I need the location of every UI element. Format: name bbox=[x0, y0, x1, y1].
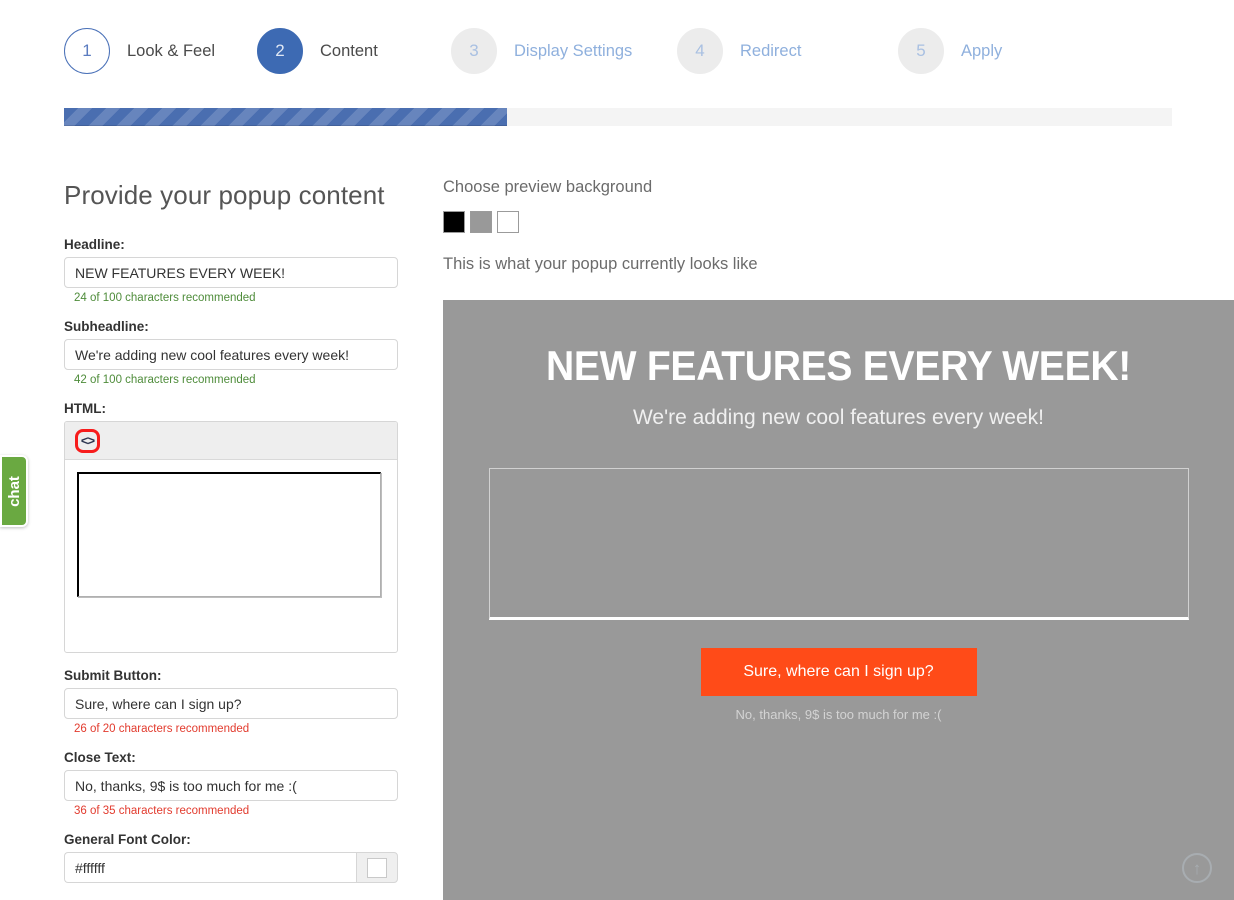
close-text-label: Close Text: bbox=[64, 750, 136, 765]
step-display-settings[interactable]: 3 Display Settings bbox=[451, 28, 677, 74]
preview-controls: Choose preview background This is what y… bbox=[443, 178, 1234, 290]
background-swatch-black[interactable] bbox=[443, 211, 465, 233]
step-label-4: Redirect bbox=[740, 41, 802, 60]
step-number-4: 4 bbox=[677, 28, 723, 74]
popup-headline: NEW FEATURES EVERY WEEK! bbox=[545, 342, 1132, 389]
wizard-stepper: 1 Look & Feel 2 Content 3 Display Settin… bbox=[64, 20, 1174, 82]
submit-button-label: Submit Button: bbox=[64, 668, 162, 683]
subheadline-label: Subheadline: bbox=[64, 319, 149, 334]
background-swatch-group bbox=[443, 211, 1234, 233]
wizard-progress-bar bbox=[64, 108, 1172, 126]
general-font-color-input[interactable] bbox=[64, 852, 356, 883]
headline-label: Headline: bbox=[64, 237, 125, 252]
submit-button-input[interactable] bbox=[64, 688, 398, 719]
popup-content-form: Provide your popup content Headline: 24 … bbox=[64, 180, 398, 883]
choose-background-label: Choose preview background bbox=[443, 178, 653, 196]
wizard-progress-fill bbox=[64, 108, 508, 126]
code-view-button[interactable]: <> bbox=[75, 428, 100, 453]
html-editor-body bbox=[65, 460, 397, 609]
preview-caption: This is what your popup currently looks … bbox=[443, 255, 758, 273]
headline-hint: 24 of 100 characters recommended bbox=[74, 292, 256, 304]
page-title: Provide your popup content bbox=[64, 180, 385, 210]
general-font-color-row bbox=[64, 852, 398, 883]
step-label-5: Apply bbox=[961, 41, 1003, 60]
subheadline-input[interactable] bbox=[64, 339, 398, 370]
step-number-1: 1 bbox=[64, 28, 110, 74]
color-picker-button[interactable] bbox=[356, 852, 398, 883]
chat-widget-tab[interactable]: chat bbox=[0, 455, 28, 527]
html-editor: <> bbox=[64, 421, 398, 653]
close-text-hint: 36 of 35 characters recommended bbox=[74, 805, 250, 817]
headline-input[interactable] bbox=[64, 257, 398, 288]
popup-html-area[interactable] bbox=[488, 468, 1189, 620]
background-swatch-gray[interactable] bbox=[470, 211, 492, 233]
color-swatch bbox=[367, 857, 387, 878]
html-editor-toolbar: <> bbox=[65, 422, 397, 460]
step-number-2: 2 bbox=[257, 28, 303, 74]
html-label: HTML: bbox=[64, 401, 106, 416]
popup-preview-stage: NEW FEATURES EVERY WEEK! We're adding ne… bbox=[443, 300, 1234, 900]
background-swatch-white[interactable] bbox=[497, 211, 519, 233]
subheadline-hint: 42 of 100 characters recommended bbox=[74, 374, 256, 386]
popup-close-text[interactable]: No, thanks, 9$ is too much for me :( bbox=[443, 707, 1234, 722]
general-font-color-label: General Font Color: bbox=[64, 832, 191, 847]
step-number-5: 5 bbox=[898, 28, 944, 74]
step-redirect[interactable]: 4 Redirect bbox=[677, 28, 898, 74]
step-label-1: Look & Feel bbox=[127, 41, 216, 60]
chat-widget-label: chat bbox=[5, 475, 23, 507]
code-icon: <> bbox=[80, 433, 95, 448]
arrow-up-icon[interactable]: ↑ bbox=[1182, 853, 1212, 883]
step-apply[interactable]: 5 Apply bbox=[898, 28, 1002, 74]
popup-submit-button[interactable]: Sure, where can I sign up? bbox=[700, 648, 977, 696]
html-editor-textarea[interactable] bbox=[77, 472, 381, 597]
popup-subheadline: We're adding new cool features every wee… bbox=[632, 406, 1044, 429]
step-label-2: Content bbox=[320, 41, 378, 60]
step-look-and-feel[interactable]: 1 Look & Feel bbox=[64, 28, 257, 74]
step-number-3: 3 bbox=[451, 28, 497, 74]
step-label-3: Display Settings bbox=[514, 41, 633, 60]
close-text-input[interactable] bbox=[64, 770, 398, 801]
submit-button-hint: 26 of 20 characters recommended bbox=[74, 723, 250, 735]
step-content[interactable]: 2 Content bbox=[257, 28, 451, 74]
